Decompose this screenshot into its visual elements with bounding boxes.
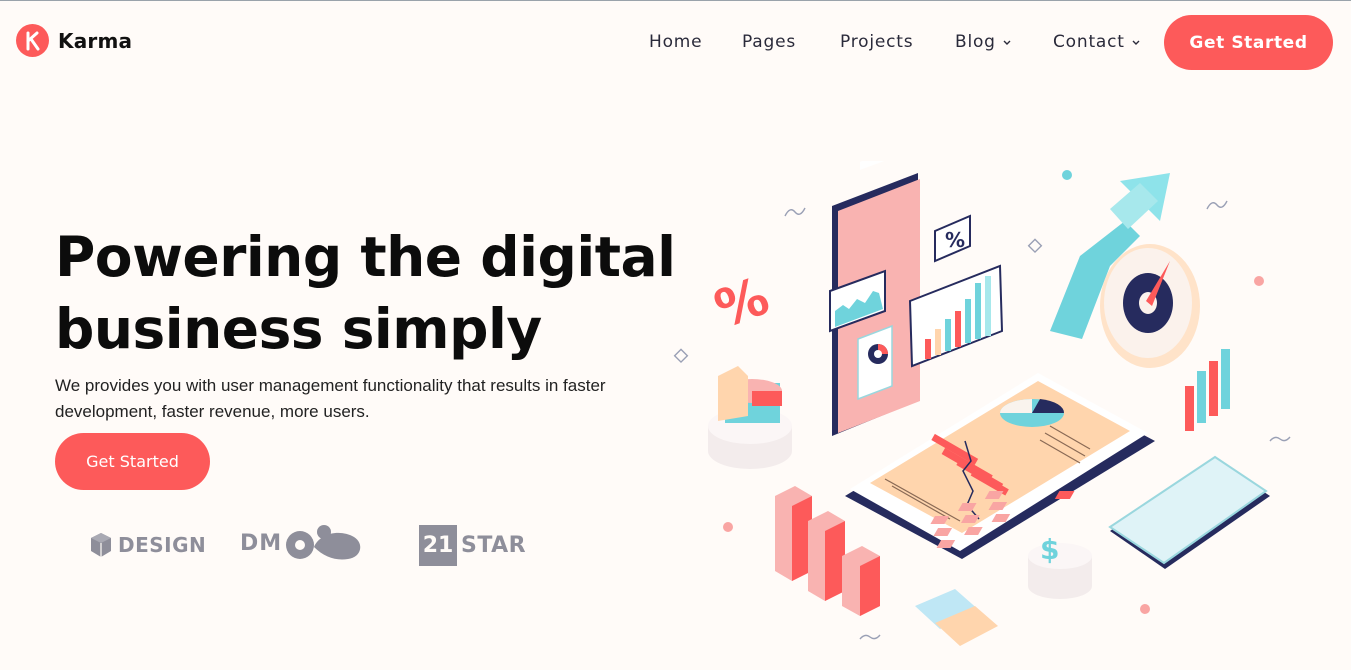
header-get-started-button[interactable]: Get Started xyxy=(1164,15,1333,70)
paper-cards xyxy=(915,589,998,646)
percent-card: % xyxy=(934,214,971,263)
bar-chart-card xyxy=(908,264,1004,368)
header: Karma Home Pages Projects Blog Contact G… xyxy=(0,1,1351,83)
partner-name: STAR xyxy=(461,533,527,558)
karma-logo-icon xyxy=(16,24,49,57)
partner-logo-dm: DM xyxy=(240,523,366,563)
hero-title-line: business simply xyxy=(55,297,542,361)
decor-squiggle xyxy=(859,634,881,640)
hero-subtitle-line: We provides you with user management fun… xyxy=(55,376,606,395)
percent-sign-3d: % xyxy=(707,266,776,340)
nav-item-pages[interactable]: Pages xyxy=(742,32,796,52)
partner-logo-design: DESIGN xyxy=(89,531,206,559)
chevron-down-icon xyxy=(1132,40,1140,45)
decor-diamond xyxy=(673,348,689,364)
square-badge-icon: 21 xyxy=(419,525,457,566)
decor-diamond xyxy=(1027,238,1043,254)
decor-dot xyxy=(1254,276,1264,286)
nav-item-label: Pages xyxy=(742,32,797,52)
nav-item-contact[interactable]: Contact xyxy=(1053,32,1141,52)
blob-icon xyxy=(286,525,361,560)
hero-illustration: % % $ xyxy=(673,161,1291,646)
svg-text:%: % xyxy=(945,228,965,252)
decor-squiggle xyxy=(1269,436,1291,442)
decor-dot xyxy=(1140,604,1150,614)
nav-item-home[interactable]: Home xyxy=(649,32,702,52)
decor-squiggle xyxy=(1206,200,1228,210)
phone-dashboard xyxy=(829,161,920,436)
hero-get-started-button[interactable]: Get Started xyxy=(55,433,210,490)
nav-item-label: Projects xyxy=(840,32,914,52)
coin-cylinder: $ xyxy=(1028,533,1092,599)
nav-item-label: Home xyxy=(649,32,703,52)
cube-icon xyxy=(91,533,111,557)
partner-number: 21 xyxy=(422,533,454,558)
nav-item-label: Contact xyxy=(1053,32,1125,52)
hero-subtitle-line: development, faster revenue, more users. xyxy=(55,402,370,421)
logo[interactable]: Karma xyxy=(16,24,132,57)
decor-squiggle xyxy=(784,207,806,217)
decor-dot xyxy=(1062,170,1072,180)
chevron-down-icon xyxy=(1003,40,1011,45)
hero-title: Powering the digital business simply xyxy=(55,221,695,365)
gauge-dial xyxy=(1100,244,1200,368)
partner-logo-21star: 21 STAR xyxy=(419,525,526,566)
svg-text:$: $ xyxy=(1040,533,1059,566)
nav-item-projects[interactable]: Projects xyxy=(840,32,913,52)
nav-item-label: Blog xyxy=(955,32,996,52)
decor-dot xyxy=(723,522,733,532)
partner-name: DM xyxy=(240,530,283,556)
hero-subtitle: We provides you with user management fun… xyxy=(55,373,675,425)
brand-name: Karma xyxy=(58,28,133,53)
svg-text:%: % xyxy=(707,266,776,340)
mini-bar-chart xyxy=(1185,349,1230,431)
nav-item-blog[interactable]: Blog xyxy=(955,32,1012,52)
hero-title-line: Powering the digital xyxy=(55,225,676,289)
pie-cylinder xyxy=(708,366,792,469)
partner-name: DESIGN xyxy=(118,533,207,557)
